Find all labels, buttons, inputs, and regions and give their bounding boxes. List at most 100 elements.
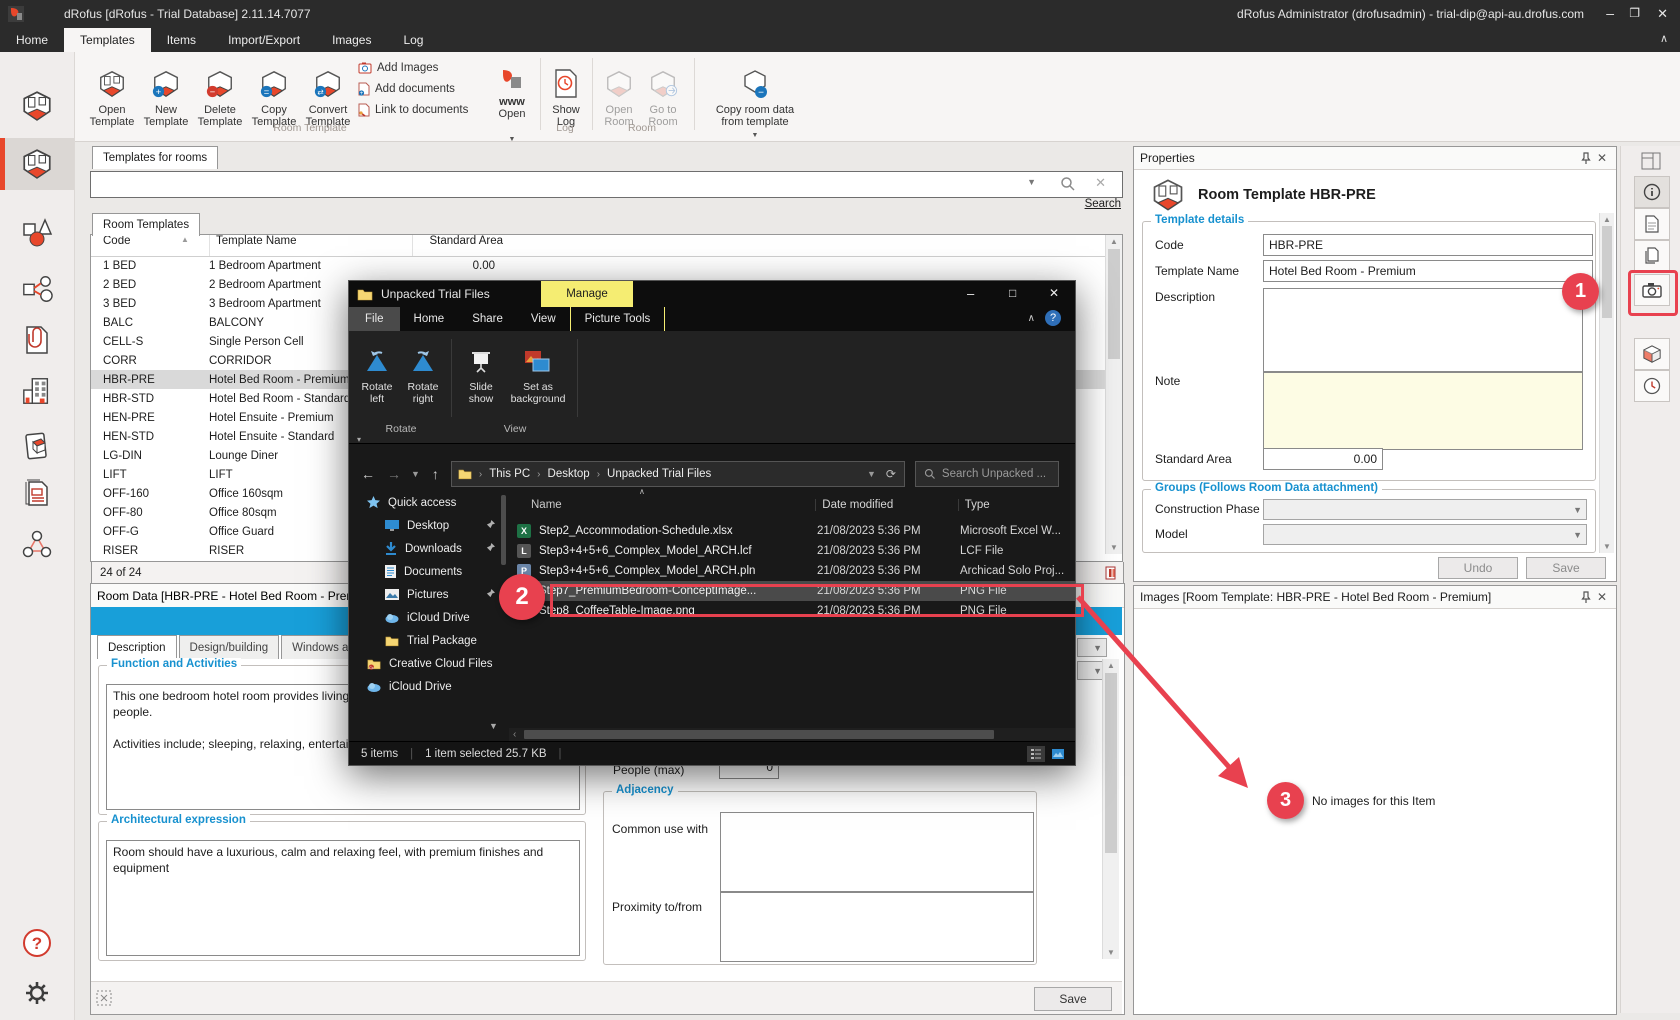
report-pages-icon[interactable] — [1104, 565, 1120, 581]
model-combo[interactable]: ▼ — [1263, 524, 1587, 545]
close-panel-icon[interactable]: ✕ — [1594, 150, 1610, 166]
sidebar-item-downloads[interactable]: Downloads — [349, 537, 509, 560]
breadcrumb-folder[interactable]: Unpacked Trial Files — [607, 468, 711, 480]
restore-button[interactable]: ❐ — [1629, 6, 1640, 20]
layout-panels-icon[interactable] — [1641, 152, 1661, 170]
tab-description[interactable]: Description — [97, 635, 177, 659]
expand-ribbon-icon[interactable]: ∧ — [1028, 313, 1035, 324]
open-template-button[interactable]: Open Template — [86, 57, 138, 128]
copy-room-data-button[interactable]: − Copy room data from template ▼ — [700, 57, 810, 142]
minimize-ribbon-icon[interactable]: ▾ — [357, 435, 361, 444]
sidebar-item-items[interactable] — [0, 207, 74, 259]
standard-area-input[interactable]: 0.00 — [1263, 448, 1383, 470]
sidebar-item-products[interactable] — [0, 420, 74, 472]
sidebar-item-reports[interactable] — [0, 467, 74, 519]
scroll-down-icon[interactable]: ▼ — [1600, 540, 1614, 553]
explorer-maximize-button[interactable]: □ — [1009, 286, 1016, 300]
sidebar-item-icloud-drive[interactable]: iCloud Drive — [349, 606, 509, 629]
sidebar-item-rooms[interactable] — [0, 80, 74, 132]
tab-items[interactable]: Items — [151, 28, 212, 52]
construction-phase-combo[interactable]: ▼ — [1263, 499, 1587, 520]
link-documents-button[interactable]: Link to documents — [358, 100, 482, 120]
undo-button[interactable]: Undo — [1438, 557, 1518, 579]
help-button[interactable]: ? — [0, 917, 74, 969]
sidebar-item-attachments[interactable] — [0, 314, 74, 366]
scroll-left-icon[interactable]: ‹ — [513, 729, 516, 740]
description-textarea[interactable] — [1263, 288, 1583, 372]
scroll-up-icon[interactable]: ▲ — [1106, 235, 1122, 248]
properties-doc-button[interactable] — [1634, 208, 1670, 240]
sidebar-item-item-groups[interactable] — [0, 263, 74, 315]
settings-button[interactable] — [0, 967, 74, 1019]
explorer-tab-file[interactable]: File — [349, 307, 400, 331]
www-open-button[interactable]: www Open ▼ — [490, 57, 534, 146]
refresh-icon[interactable]: ⟳ — [886, 467, 896, 481]
close-button[interactable]: ✕ — [1657, 6, 1668, 22]
explorer-close-button[interactable]: ✕ — [1049, 286, 1059, 300]
explorer-tab-home[interactable]: Home — [400, 307, 459, 331]
tab-log[interactable]: Log — [387, 28, 439, 52]
room-data-vertical-scrollbar[interactable]: ▲ ▼ — [1102, 659, 1119, 959]
template-row-1-bed[interactable]: 1 BED1 Bedroom Apartment0.00 — [91, 256, 1105, 275]
column-name[interactable]: Name — [509, 499, 815, 511]
set-background-button[interactable]: Set as background — [507, 337, 569, 405]
template-name-input[interactable]: Hotel Bed Room - Premium — [1263, 260, 1593, 282]
search-dropdown-icon[interactable]: ▼ — [1027, 177, 1036, 187]
sidebar-item-icloud-drive[interactable]: iCloud Drive — [349, 675, 509, 698]
collapse-ribbon-icon[interactable]: ∧ — [1660, 32, 1668, 45]
new-template-button[interactable]: + New Template — [140, 57, 192, 128]
back-icon[interactable]: ← — [361, 466, 375, 482]
templates-vertical-scrollbar[interactable]: ▲ ▼ — [1105, 235, 1122, 554]
scroll-up-icon[interactable]: ▲ — [1103, 659, 1119, 672]
show-log-button[interactable]: Show Log — [546, 57, 586, 128]
add-documents-button[interactable]: + Add documents — [358, 79, 482, 99]
explorer-titlebar[interactable]: Unpacked Trial Files Manage – □ ✕ — [349, 281, 1075, 307]
tab-home[interactable]: Home — [0, 28, 64, 52]
sidebar-item-trial-package[interactable]: Trial Package — [349, 629, 509, 652]
scroll-up-icon[interactable]: ▲ — [1600, 213, 1614, 226]
architectural-expression-textarea[interactable]: Room should have a luxurious, calm and r… — [106, 840, 580, 956]
sidebar-item-pictures[interactable]: Pictures — [349, 583, 509, 606]
scroll-down-icon[interactable]: ▼ — [1106, 541, 1122, 554]
column-header-standard-area[interactable]: Standard Area — [412, 235, 503, 256]
info-panel-button[interactable] — [1634, 176, 1670, 208]
goto-room-button[interactable]: Go to Room — [642, 57, 684, 128]
sidebar-item-documents[interactable]: Documents — [349, 560, 509, 583]
column-header-template-name[interactable]: Template Name — [209, 235, 412, 256]
sidebar-item-creative-cloud-files[interactable]: CcCreative Cloud Files — [349, 652, 509, 675]
room-data-save-button[interactable]: Save — [1034, 987, 1112, 1011]
forward-icon[interactable]: → — [387, 466, 401, 482]
tab-import-export[interactable]: Import/Export — [212, 28, 316, 52]
file-row[interactable]: LStep3+4+5+6_Complex_Model_ARCH.lcf21/08… — [509, 541, 1075, 561]
common-use-textarea[interactable] — [720, 812, 1034, 892]
sidebar-item-relations[interactable] — [0, 518, 74, 570]
sidebar-item-quick-access[interactable]: Quick access — [349, 491, 509, 514]
explorer-tab-share[interactable]: Share — [458, 307, 517, 331]
scroll-down-icon[interactable]: ▼ — [1103, 946, 1119, 959]
sidebar-collapse-icon[interactable]: ▼ — [489, 721, 498, 731]
properties-scrollbar[interactable]: ▲ ▼ — [1599, 213, 1614, 553]
explorer-tab-view[interactable]: View — [517, 307, 570, 331]
pin-icon[interactable] — [1578, 589, 1594, 605]
breadcrumb-this-pc[interactable]: This PC — [489, 468, 530, 480]
close-panel-icon[interactable]: ✕ — [1594, 589, 1610, 605]
select-region-icon[interactable] — [96, 990, 112, 1006]
details-view-icon[interactable] — [1027, 746, 1045, 762]
column-type[interactable]: Type — [958, 499, 1069, 511]
tab-templates[interactable]: Templates — [64, 28, 151, 52]
address-dropdown-icon[interactable]: ▼ — [867, 469, 876, 479]
model-3d-button[interactable] — [1634, 338, 1670, 370]
rotate-left-button[interactable]: Rotate left — [355, 337, 399, 405]
note-textarea[interactable] — [1263, 372, 1583, 450]
file-list-hscrollbar[interactable]: ‹ — [509, 728, 1075, 741]
sidebar-scrollbar[interactable] — [501, 495, 506, 565]
tab-design-building[interactable]: Design/building — [179, 635, 280, 659]
add-images-button[interactable]: Add Images — [358, 58, 482, 78]
convert-template-button[interactable]: ⇄ Convert Template — [302, 57, 354, 128]
thumbnail-view-icon[interactable] — [1049, 746, 1067, 762]
copy-template-button[interactable]: = Copy Template — [248, 57, 300, 128]
history-log-button[interactable] — [1634, 370, 1670, 402]
expand-rail-button[interactable]: » — [0, 1014, 74, 1020]
recent-locations-icon[interactable]: ▼ — [411, 469, 420, 479]
room-templates-tab[interactable]: Room Templates — [92, 213, 200, 236]
